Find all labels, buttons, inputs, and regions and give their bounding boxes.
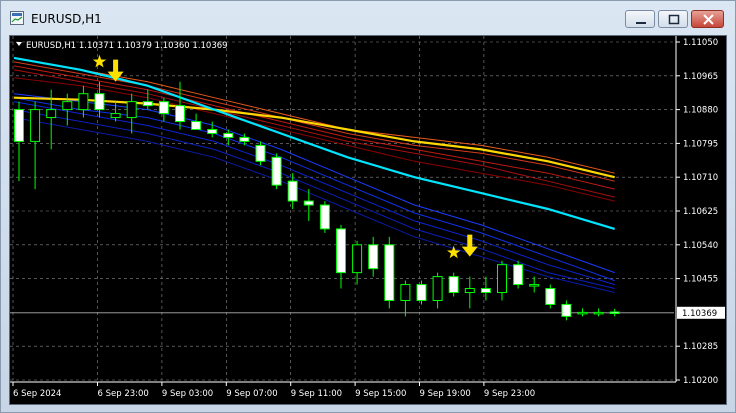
- close-button[interactable]: [691, 10, 724, 28]
- current-price-label: 1.10369: [682, 309, 717, 319]
- cyan-ma-line: [13, 56, 616, 230]
- minimize-icon: [636, 22, 646, 24]
- chart-header: EURUSD,H1 1.10371 1.10379 1.10360 1.1036…: [16, 41, 228, 51]
- candle-bearish: [336, 228, 346, 274]
- candle-bullish: [30, 109, 41, 142]
- candle-bearish: [239, 136, 250, 142]
- chart-area[interactable]: 1.11050 1.10965 1.10880 1.10795 1.10710 1.106…: [9, 35, 727, 405]
- ema-fast-line: [13, 117, 615, 293]
- candle-bearish: [609, 311, 620, 315]
- candle-bearish: [513, 264, 524, 286]
- time-label: 9 Sep 07:00: [226, 389, 277, 399]
- candle-bearish: [142, 101, 153, 107]
- candle-bullish: [78, 93, 89, 111]
- candle-bearish: [94, 93, 105, 111]
- candle-bearish: [480, 288, 491, 294]
- time-axis: 6 Sep 2024 6 Sep 23:00 9 Sep 03:00 9 Sep 07…: [12, 382, 535, 399]
- candle-bearish: [271, 156, 282, 186]
- down-arrow-icon: [461, 234, 478, 257]
- candle-bearish: [561, 303, 572, 317]
- candle-bullish: [577, 311, 588, 315]
- time-label: 6 Sep 2024: [13, 389, 61, 399]
- time-label: 6 Sep 23:00: [98, 389, 149, 399]
- candlestick-chart[interactable]: 1.11050 1.10965 1.10880 1.10795 1.10710 1.106…: [10, 36, 726, 404]
- candle-bearish: [319, 204, 330, 230]
- candle-bearish: [255, 144, 266, 162]
- candle-bearish: [223, 132, 234, 138]
- price-label: 1.10625: [683, 207, 718, 217]
- title-bar[interactable]: EURUSD,H1: [1, 1, 735, 35]
- moving-average-lines: [13, 56, 616, 293]
- chart-window: EURUSD,H1 1.11050 1.10965 1.10880 1.10795 1.…: [0, 0, 736, 413]
- maximize-icon: [668, 14, 680, 25]
- candle-bullish: [62, 101, 73, 111]
- candle-bearish: [416, 284, 427, 301]
- candle-bullish: [110, 113, 121, 119]
- price-label: 1.10795: [683, 139, 718, 149]
- candle-bearish: [207, 128, 218, 134]
- time-label: 9 Sep 19:00: [420, 389, 471, 399]
- minimize-button[interactable]: [625, 10, 655, 28]
- candle-bearish: [287, 180, 298, 202]
- time-label: 9 Sep 23:00: [484, 389, 535, 399]
- ema-slow-line: [13, 65, 615, 190]
- chart-header-text: EURUSD,H1 1.10371 1.10379 1.10360 1.1036…: [26, 41, 228, 51]
- close-icon: [703, 14, 714, 25]
- price-label: 1.10285: [683, 342, 718, 352]
- time-label: 9 Sep 03:00: [162, 389, 213, 399]
- ema-fast-line: [13, 93, 615, 274]
- price-label: 1.10455: [683, 275, 718, 285]
- price-label: 1.11050: [683, 38, 718, 48]
- star-icon: [92, 54, 107, 68]
- price-label: 1.10880: [683, 106, 718, 116]
- candle-bearish: [158, 101, 169, 115]
- price-label: 1.10540: [683, 241, 718, 251]
- chart-window-icon: [10, 11, 24, 25]
- candle-bullish: [400, 284, 411, 301]
- window-title: EURUSD,H1: [31, 12, 102, 26]
- candle-bullish: [593, 311, 604, 315]
- signal-markers: [92, 54, 478, 259]
- candle-bearish: [448, 276, 459, 294]
- chart-grid: [10, 36, 674, 381]
- candle-bearish: [191, 121, 202, 130]
- candle-bullish: [352, 244, 363, 274]
- price-label: 1.10965: [683, 72, 718, 82]
- time-label: 9 Sep 15:00: [355, 389, 406, 399]
- candle-bearish: [303, 200, 314, 206]
- candle-bullish: [432, 276, 443, 301]
- candle-bullish: [46, 109, 57, 119]
- maximize-button[interactable]: [658, 10, 688, 28]
- candle-bullish: [126, 101, 137, 119]
- candle-bullish: [497, 264, 507, 294]
- time-label: 9 Sep 11:00: [291, 389, 342, 399]
- candle-bearish: [14, 109, 24, 142]
- candle-bullish: [529, 284, 540, 287]
- price-label: 1.10200: [683, 376, 718, 386]
- candle-bearish: [545, 288, 556, 305]
- ema-fast-line: [13, 109, 615, 289]
- candle-bullish: [464, 288, 475, 294]
- candle-bearish: [384, 244, 395, 301]
- candle-bearish: [368, 244, 379, 270]
- symbol-dropdown-icon[interactable]: [16, 42, 22, 46]
- candle-bearish: [175, 105, 185, 123]
- price-label: 1.10710: [683, 173, 718, 183]
